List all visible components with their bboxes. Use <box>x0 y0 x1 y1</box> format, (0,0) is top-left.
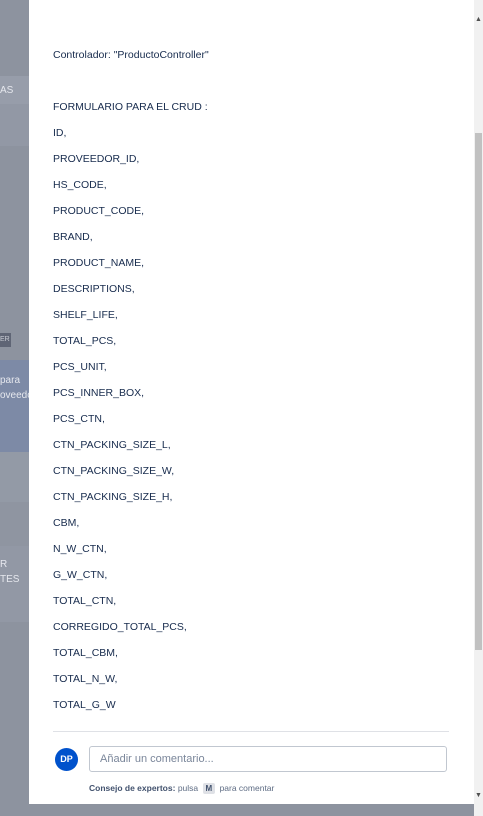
comment-tip: Consejo de expertos: pulsa M para coment… <box>89 782 274 794</box>
form-field-line: TOTAL_PCS, <box>53 335 117 347</box>
form-field-line: G_W_CTN, <box>53 569 108 581</box>
controller-line: Controlador: "ProductoController" <box>53 49 209 61</box>
form-field-line: TOTAL_CBM, <box>53 647 118 659</box>
form-field-line: DESCRIPTIONS, <box>53 283 135 295</box>
scroll-up-icon[interactable]: ▲ <box>474 14 483 26</box>
bg-text: R <box>0 559 8 570</box>
form-field-line: PCS_INNER_BOX, <box>53 387 145 399</box>
bg-text: para <box>0 375 21 386</box>
bg-text: oveedo <box>0 390 29 401</box>
form-field-line: PROVEEDOR_ID, <box>53 153 140 165</box>
bg-band <box>0 104 29 146</box>
background-page: AS ER para oveedo R TES <box>0 0 29 816</box>
form-field-line: SHELF_LIFE, <box>53 309 118 321</box>
form-field-line: PCS_UNIT, <box>53 361 107 373</box>
form-field-line: TOTAL_G_W <box>53 699 116 711</box>
bg-tag: ER <box>0 333 11 347</box>
bg-band <box>0 452 29 502</box>
tip-post: para comentar <box>219 783 275 793</box>
form-field-line: CTN_PACKING_SIZE_W, <box>53 465 175 477</box>
divider <box>53 731 449 732</box>
keyboard-key: M <box>202 783 216 794</box>
form-field-line: CTN_PACKING_SIZE_L, <box>53 439 171 451</box>
form-field-line: TOTAL_N_W, <box>53 673 118 685</box>
bg-band <box>0 502 29 546</box>
form-field-line: CTN_PACKING_SIZE_H, <box>53 491 173 503</box>
avatar[interactable]: DP <box>55 748 78 771</box>
form-field-line: PRODUCT_NAME, <box>53 257 145 269</box>
scroll-down-icon[interactable]: ▼ <box>474 790 483 802</box>
form-field-line: CBM, <box>53 517 80 529</box>
bg-text: TES <box>0 574 20 585</box>
tip-pre: pulsa <box>177 783 199 793</box>
form-field-line: BRAND, <box>53 231 93 243</box>
background-bottom <box>0 804 474 816</box>
comment-input[interactable] <box>89 746 447 772</box>
form-field-line: TOTAL_CTN, <box>53 595 117 607</box>
bg-text: AS <box>0 85 14 96</box>
form-field-line: HS_CODE, <box>53 179 107 191</box>
form-heading: FORMULARIO PARA EL CRUD : <box>53 101 208 113</box>
form-field-line: CORREGIDO_TOTAL_PCS, <box>53 621 187 633</box>
form-field-line: PCS_CTN, <box>53 413 105 425</box>
form-field-line: ID, <box>53 127 67 139</box>
form-field-line: N_W_CTN, <box>53 543 107 555</box>
tip-bold: Consejo de expertos: <box>89 783 176 793</box>
issue-modal: Controlador: "ProductoController" FORMUL… <box>29 0 474 804</box>
scrollbar-thumb[interactable] <box>475 133 482 650</box>
form-field-line: PRODUCT_CODE, <box>53 205 145 217</box>
scrollbar[interactable]: ▲ ▼ <box>474 0 483 816</box>
